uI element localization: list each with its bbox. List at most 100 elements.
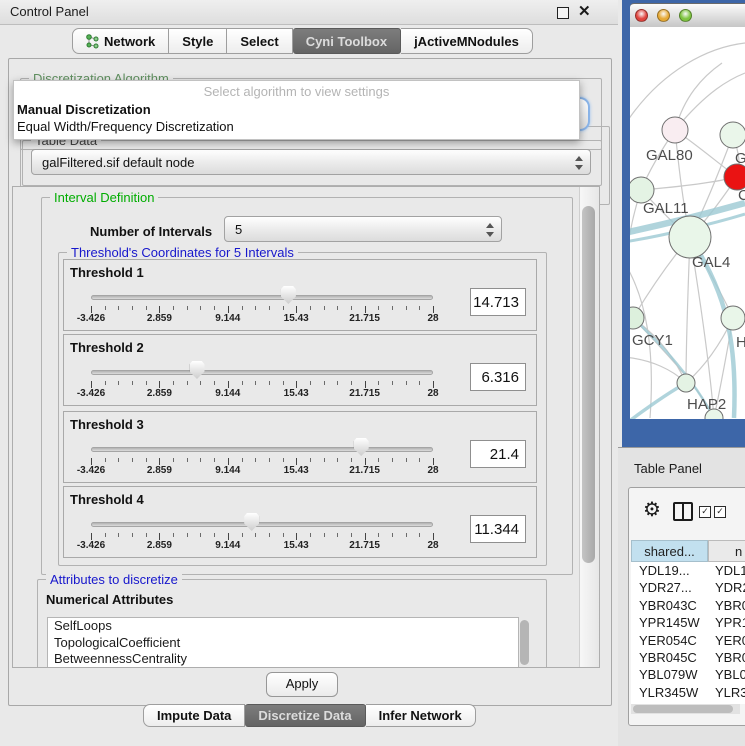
list-item-topologicalcoefficient[interactable]: TopologicalCoefficient [48, 635, 518, 652]
network-edge[interactable] [630, 383, 686, 419]
tab-jactivemnodules[interactable]: jActiveMNodules [401, 28, 533, 54]
checkbox-icon[interactable]: ✓ [699, 506, 711, 518]
cell-name: YBL0 [715, 667, 745, 682]
slider-track[interactable] [91, 447, 433, 452]
node-label-hap2: HAP2 [687, 396, 726, 413]
tick-mark [255, 306, 256, 310]
slider-track[interactable] [91, 370, 433, 375]
tab-infer-network[interactable]: Infer Network [366, 704, 476, 727]
tab-style[interactable]: Style [169, 28, 227, 54]
network-window-titlebar[interactable] [630, 3, 745, 28]
tick-mark [173, 458, 174, 462]
column-header-shared-name[interactable]: shared... [631, 540, 708, 562]
table-horizontal-scrollbar[interactable] [631, 704, 740, 714]
tick-mark [105, 381, 106, 385]
close-icon[interactable]: ✕ [578, 2, 591, 20]
table-row[interactable]: YBR043CYBR0 [631, 597, 745, 614]
table-row[interactable]: YBR045CYBR0 [631, 649, 745, 666]
numerical-attributes-list[interactable]: SelfLoopsTopologicalCoefficientBetweenne… [47, 617, 519, 668]
tick-mark [283, 458, 284, 462]
table-row[interactable]: YDL19...YDL1 [631, 562, 745, 579]
threshold-value-field[interactable]: 21.4 [470, 440, 526, 468]
tick-mark [173, 381, 174, 385]
attributes-list-scrollbar[interactable] [520, 620, 529, 665]
tick-mark [296, 458, 297, 465]
apply-button[interactable]: Apply [266, 672, 338, 697]
network-node[interactable] [721, 306, 745, 330]
cell-name: YLR3 [715, 685, 745, 700]
columns-icon[interactable] [673, 502, 693, 521]
tick-mark [351, 533, 352, 537]
network-node[interactable] [677, 374, 695, 392]
slider-track[interactable] [91, 295, 433, 300]
network-node[interactable] [662, 117, 688, 143]
window-title: Control Panel [10, 4, 89, 19]
slider-track[interactable] [91, 522, 433, 527]
tick-mark [242, 306, 243, 310]
network-node[interactable] [669, 216, 711, 258]
threshold-value-field[interactable]: 14.713 [470, 288, 526, 316]
network-edge[interactable] [630, 190, 641, 299]
tick-mark [146, 381, 147, 385]
network-edge[interactable] [633, 318, 686, 383]
slider-thumb[interactable] [190, 361, 205, 379]
network-canvas[interactable]: GAL80GCGAL11GAL4GCY1HHAP2 [630, 27, 745, 419]
cell-name: YBR0 [715, 650, 745, 665]
list-item-betweennesscentrality[interactable]: BetweennessCentrality [48, 651, 518, 668]
table-row[interactable]: YBL079WYBL0 [631, 666, 745, 683]
tick-mark [269, 458, 270, 462]
gear-icon[interactable]: ⚙ [643, 497, 661, 522]
tab-select[interactable]: Select [227, 28, 292, 54]
tab-bar: NetworkStyle Select Cyni ToolboxjActiveMNo… [72, 28, 533, 54]
number-of-intervals-value: 5 [235, 222, 242, 237]
tick-label: 15.43 [284, 388, 309, 399]
tick-label: 15.43 [284, 465, 309, 476]
tick-mark [200, 381, 201, 385]
table-row[interactable]: YLR345WYLR3 [631, 684, 745, 701]
network-edge[interactable] [630, 43, 745, 123]
threshold-label: Threshold 2 [70, 340, 144, 355]
tick-label: 28 [427, 540, 438, 551]
tab-cyni-toolbox[interactable]: Cyni Toolbox [293, 28, 401, 54]
slider-thumb[interactable] [244, 513, 259, 531]
network-edge[interactable] [675, 73, 745, 130]
table-row[interactable]: YER054CYER0 [631, 632, 745, 649]
table-data-combo[interactable]: galFiltered.sif default node [31, 149, 591, 175]
threshold-label: Threshold 3 [70, 417, 144, 432]
popup-item-manual-discretization[interactable]: Manual Discretization [17, 102, 151, 117]
cell-name: YBR0 [715, 598, 745, 613]
number-of-intervals-combo[interactable]: 5 [224, 216, 502, 242]
tab-discretize-data[interactable]: Discretize Data [245, 704, 365, 727]
tick-mark [91, 306, 92, 313]
mac-close-light[interactable] [635, 9, 648, 22]
table-row[interactable]: YPR145WYPR1 [631, 614, 745, 631]
table-row[interactable]: YDR27...YDR2 [631, 579, 745, 596]
list-item-selfloops[interactable]: SelfLoops [48, 618, 518, 635]
float-window-icon[interactable] [557, 7, 569, 19]
threshold-value-field[interactable]: 11.344 [470, 515, 526, 543]
threshold-value-field[interactable]: 6.316 [470, 363, 526, 391]
mac-zoom-light[interactable] [679, 9, 692, 22]
tick-mark [118, 306, 119, 310]
settings-scrollbar-thumb[interactable] [582, 206, 595, 563]
network-node[interactable] [720, 122, 745, 148]
network-edge[interactable] [686, 237, 690, 383]
checkbox-icon[interactable]: ✓ [714, 506, 726, 518]
tab-impute-data[interactable]: Impute Data [143, 704, 245, 727]
tick-mark [132, 306, 133, 310]
tab-network[interactable]: Network [72, 28, 169, 54]
mac-minimize-light[interactable] [657, 9, 670, 22]
popup-item-equal-width-frequency[interactable]: Equal Width/Frequency Discretization [17, 119, 234, 134]
tick-mark [433, 381, 434, 388]
tick-mark [378, 306, 379, 310]
tick-mark [132, 458, 133, 462]
slider-thumb[interactable] [354, 438, 369, 456]
tick-mark [255, 533, 256, 537]
cell-name: YDL1 [715, 563, 745, 578]
tab-label: Select [240, 34, 278, 49]
control-panel-window: Control Panel ✕ NetworkStyle Select Cyni T… [0, 0, 618, 745]
slider-thumb[interactable] [281, 286, 296, 304]
tick-mark [310, 458, 311, 462]
network-edge[interactable] [641, 177, 737, 190]
column-header-name[interactable]: n [708, 540, 745, 562]
